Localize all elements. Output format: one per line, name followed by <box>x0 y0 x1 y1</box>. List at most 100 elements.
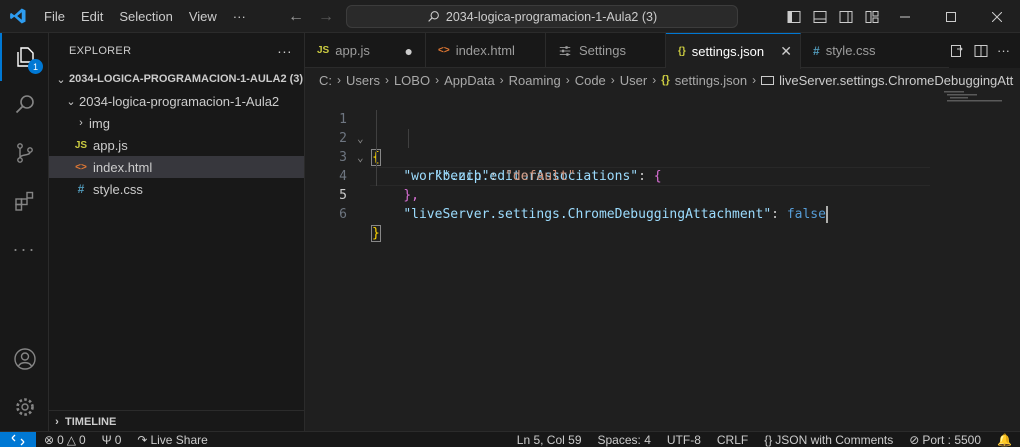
breadcrumb-item[interactable]: LOBO <box>394 73 430 88</box>
menu-edit[interactable]: Edit <box>73 0 111 33</box>
explorer-badge: 1 <box>28 59 43 74</box>
tree-item-app-js[interactable]: JS app.js <box>49 134 304 156</box>
tab-index-html[interactable]: <> index.html <box>426 33 546 68</box>
explorer-icon[interactable]: 1 <box>0 33 49 81</box>
tab-settings-json[interactable]: {} settings.json ✕ <box>666 33 801 69</box>
broadcast-icon: Ψ <box>101 432 112 447</box>
back-arrow-icon[interactable]: ← <box>288 8 304 26</box>
remote-indicator-icon[interactable] <box>0 431 36 447</box>
error-count: 0 <box>57 432 64 447</box>
breadcrumb-item[interactable]: Users <box>346 73 380 88</box>
css-file-icon: # <box>77 182 85 196</box>
menu-view[interactable]: View <box>181 0 225 33</box>
json-braces-icon: {} <box>661 74 670 86</box>
more-actions-icon[interactable]: ··· <box>997 43 1010 58</box>
tree-item-label: img <box>89 115 110 131</box>
tab-app-js[interactable]: JS app.js ● <box>305 33 426 68</box>
warning-count: 0 <box>78 432 86 447</box>
close-icon[interactable] <box>974 0 1020 33</box>
css-file-icon: # <box>813 43 820 58</box>
breadcrumb-item[interactable]: User <box>620 73 647 88</box>
code-editor[interactable]: 1 ⌄ { 2 ⌄ "workbench.editorAssociations"… <box>305 91 1020 431</box>
folder-row[interactable]: ⌄ 2034-logica-programacion-1-Aula2 <box>49 90 304 112</box>
explorer-more-button[interactable]: ··· <box>277 43 292 59</box>
json-boolean: false <box>786 207 826 222</box>
workspace-root-label: 2034-LOGICA-PROGRAMACION-1-AULA2 (3) <box>69 73 304 85</box>
tab-settings[interactable]: Settings <box>546 33 666 68</box>
extensions-icon[interactable] <box>0 177 49 225</box>
live-server-port[interactable]: ⊘ Port : 5500 <box>901 432 989 447</box>
timeline-label: TIMELINE <box>65 415 117 428</box>
tree-item-img[interactable]: › img <box>49 112 304 134</box>
breadcrumb-item[interactable]: C: <box>319 73 332 88</box>
close-brace: } <box>371 225 381 242</box>
property-icon <box>761 75 775 85</box>
ports-status[interactable]: Ψ 0 <box>94 432 130 447</box>
breadcrumb-item[interactable]: AppData <box>444 73 495 88</box>
tab-label: index.html <box>455 43 515 58</box>
chevron-right-icon: › <box>565 73 570 87</box>
source-control-icon[interactable] <box>0 129 49 177</box>
breadcrumb-item[interactable]: liveServer.settings.ChromeDebuggingAtt <box>779 73 1013 88</box>
code-line-4: 4 }, <box>305 148 1020 203</box>
manage-gear-icon[interactable] <box>0 383 49 431</box>
chevron-right-icon: › <box>384 73 389 87</box>
encoding-status[interactable]: UTF-8 <box>659 432 709 447</box>
ports-count: 0 <box>114 432 122 447</box>
unsaved-dot-icon[interactable]: ● <box>405 43 413 59</box>
title-bar: File Edit Selection View ··· ← → 2034-lo… <box>0 0 1020 33</box>
toggle-panel-icon[interactable] <box>812 9 828 25</box>
chevron-right-icon: › <box>79 117 83 129</box>
live-share-icon: ↷ <box>137 432 148 447</box>
menu-file[interactable]: File <box>36 0 73 33</box>
toggle-secondary-sidebar-icon[interactable] <box>838 9 854 25</box>
indentation-status[interactable]: Spaces: 4 <box>590 432 659 447</box>
tree-item-label: index.html <box>93 159 153 175</box>
html-file-icon: <> <box>438 45 450 56</box>
vscode-logo-icon[interactable] <box>0 0 36 33</box>
breadcrumb-item[interactable]: settings.json <box>675 73 747 88</box>
live-share-status[interactable]: ↷ Live Share <box>129 432 215 447</box>
more-views-icon[interactable]: ··· <box>0 225 49 273</box>
search-icon[interactable] <box>0 81 49 129</box>
chevron-right-icon: › <box>499 73 504 87</box>
command-center[interactable]: 2034-logica-programacion-1-Aula2 (3) <box>346 5 738 28</box>
close-tab-icon[interactable]: ✕ <box>780 43 792 60</box>
chevron-right-icon: › <box>752 73 757 87</box>
menu-more[interactable]: ··· <box>225 0 254 33</box>
open-settings-ui-icon[interactable] <box>949 43 965 59</box>
workspace-root[interactable]: ⌄ 2034-LOGICA-PROGRAMACION-1-AULA2 (3) <box>49 68 304 90</box>
navigation-arrows: ← → <box>288 0 334 33</box>
tab-label: app.js <box>335 43 370 58</box>
json-braces-icon: {} <box>764 433 773 447</box>
tab-label: Settings <box>579 43 626 58</box>
breadcrumb-item[interactable]: Code <box>575 73 606 88</box>
language-mode[interactable]: {} JSON with Comments <box>756 432 901 447</box>
toggle-primary-sidebar-icon[interactable] <box>786 9 802 25</box>
notifications-bell-icon[interactable]: 🔔 <box>989 432 1020 447</box>
cursor-position[interactable]: Ln 5, Col 59 <box>509 432 590 447</box>
explorer-header: EXPLORER ··· <box>49 33 304 68</box>
chevron-down-icon: ⌄ <box>56 73 66 86</box>
account-icon[interactable] <box>0 335 49 383</box>
tree-item-style-css[interactable]: # style.css <box>49 178 304 200</box>
tree-item-label: style.css <box>93 181 143 197</box>
breadcrumb-item[interactable]: Roaming <box>509 73 561 88</box>
customize-layout-icon[interactable] <box>864 9 880 25</box>
breadcrumb: C: › Users › LOBO › AppData › Roaming › Code ›… <box>305 69 1020 91</box>
settings-icon <box>559 45 571 56</box>
forward-arrow-icon[interactable]: → <box>318 8 334 26</box>
timeline-section[interactable]: › TIMELINE <box>49 410 305 432</box>
maximize-icon[interactable] <box>928 0 974 33</box>
minimize-icon[interactable] <box>882 0 928 33</box>
folder-label: 2034-logica-programacion-1-Aula2 <box>79 93 280 109</box>
tree-item-index-html[interactable]: <> index.html <box>49 156 304 178</box>
chevron-down-icon: ⌄ <box>66 95 76 108</box>
split-editor-icon[interactable] <box>973 43 989 59</box>
tab-style-css[interactable]: # style.css <box>801 33 907 68</box>
problems-status[interactable]: ⊗ 0 △ 0 <box>36 432 94 447</box>
chevron-right-icon: › <box>652 73 657 87</box>
eol-status[interactable]: CRLF <box>709 432 756 447</box>
port-label: Port : 5500 <box>922 433 982 447</box>
menu-selection[interactable]: Selection <box>111 0 180 33</box>
